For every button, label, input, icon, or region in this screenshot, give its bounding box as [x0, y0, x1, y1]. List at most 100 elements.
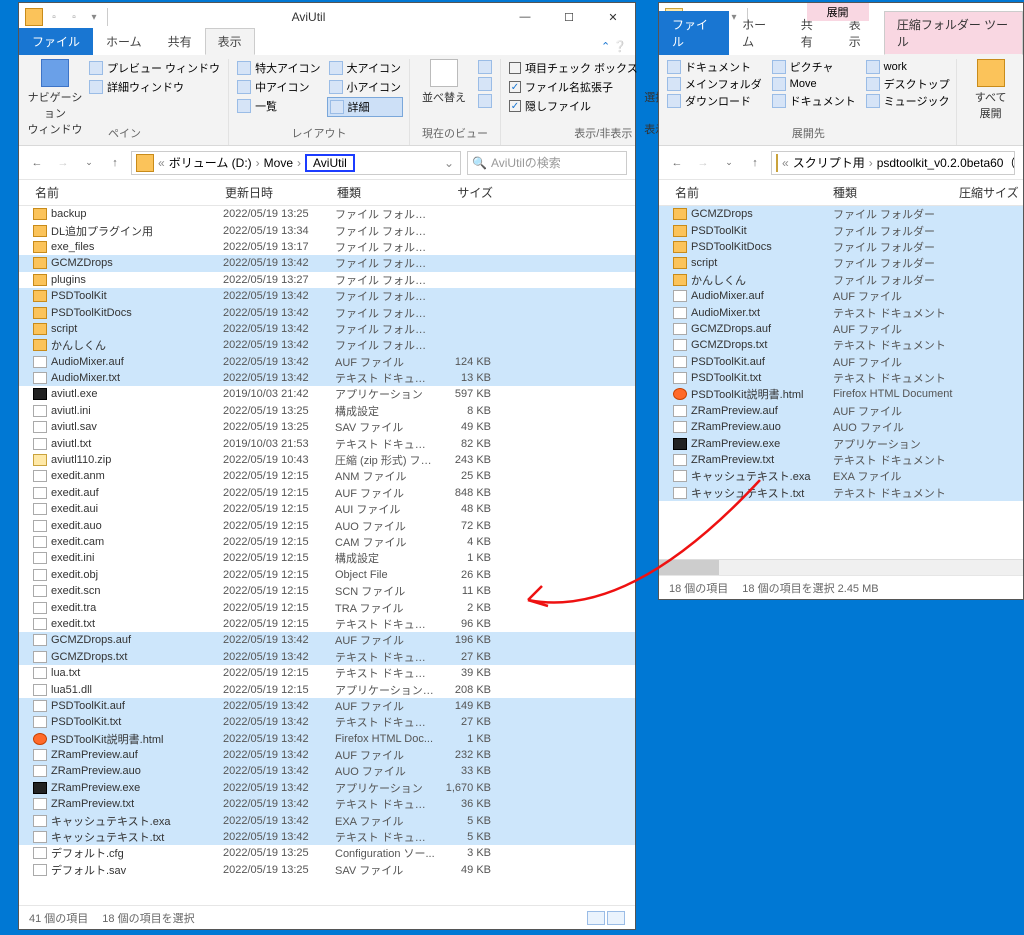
file-row[interactable]: PSDToolKit.txt 2022/05/19 13:42 テキスト ドキュ…: [19, 714, 635, 730]
file-row[interactable]: GCMZDrops 2022/05/19 13:42 ファイル フォルダー: [19, 255, 635, 271]
tab-view[interactable]: 表示: [205, 28, 255, 55]
file-row[interactable]: lua51.dll 2022/05/19 12:15 アプリケーション拡張 20…: [19, 681, 635, 697]
file-row[interactable]: GCMZDrops.txt 2022/05/19 13:42 テキスト ドキュメ…: [19, 649, 635, 665]
extract-dest-item[interactable]: ピクチャ: [772, 59, 856, 75]
file-row[interactable]: デフォルト.sav 2022/05/19 13:25 SAV ファイル 49 K…: [19, 862, 635, 878]
forward-button[interactable]: →: [53, 153, 73, 173]
file-row[interactable]: PSDToolKit.auf AUF ファイル: [659, 354, 1023, 370]
extract-all-button[interactable]: すべて 展開: [963, 59, 1019, 121]
details-pane-button[interactable]: 詳細ウィンドウ: [87, 78, 222, 96]
file-row[interactable]: ZRamPreview.exe 2022/05/19 13:42 アプリケーショ…: [19, 780, 635, 796]
qat-dropdown-icon[interactable]: ▾: [87, 10, 101, 24]
extract-dest-item[interactable]: ドキュメント: [667, 59, 762, 75]
extract-dest-item[interactable]: デスクトップ: [866, 76, 950, 92]
back-button[interactable]: ←: [667, 153, 687, 173]
file-row[interactable]: AudioMixer.auf 2022/05/19 13:42 AUF ファイル…: [19, 354, 635, 370]
horizontal-scrollbar[interactable]: [659, 559, 1023, 575]
extract-dest-item[interactable]: ドキュメント: [772, 93, 856, 109]
forward-button[interactable]: →: [693, 153, 713, 173]
layout-lg[interactable]: 大アイコン: [327, 59, 403, 77]
extract-dest-item[interactable]: work: [866, 59, 950, 75]
preview-pane-button[interactable]: プレビュー ウィンドウ: [87, 59, 222, 77]
file-row[interactable]: デフォルト.cfg 2022/05/19 13:25 Configuration…: [19, 845, 635, 861]
file-row[interactable]: plugins 2022/05/19 13:27 ファイル フォルダー: [19, 272, 635, 288]
file-row[interactable]: exedit.anm 2022/05/19 12:15 ANM ファイル 25 …: [19, 468, 635, 484]
quick-access-toolbar[interactable]: ▫ ▫ ▾: [47, 10, 101, 24]
file-row[interactable]: exedit.obj 2022/05/19 12:15 Object File …: [19, 567, 635, 583]
file-row[interactable]: exedit.txt 2022/05/19 12:15 テキスト ドキュメント …: [19, 616, 635, 632]
back-button[interactable]: ←: [27, 153, 47, 173]
view-opt[interactable]: [476, 76, 494, 92]
search-input[interactable]: 🔍AviUtilの検索: [467, 151, 627, 175]
file-row[interactable]: GCMZDrops.auf AUF ファイル: [659, 321, 1023, 337]
column-headers[interactable]: 名前 種類 圧縮サイズ: [659, 180, 1023, 206]
file-row[interactable]: exe_files 2022/05/19 13:17 ファイル フォルダー: [19, 239, 635, 255]
sort-button[interactable]: 並べ替え: [416, 59, 472, 105]
file-row[interactable]: ZRamPreview.auf 2022/05/19 13:42 AUF ファイ…: [19, 747, 635, 763]
file-row[interactable]: キャッシュテキスト.exa 2022/05/19 13:42 EXA ファイル …: [19, 812, 635, 828]
file-row[interactable]: GCMZDrops.txt テキスト ドキュメント: [659, 337, 1023, 353]
up-button[interactable]: ↑: [745, 153, 765, 173]
file-row[interactable]: キャッシュテキスト.txt テキスト ドキュメント: [659, 485, 1023, 501]
breadcrumb[interactable]: « ボリューム (D:)› Move› AviUtil ⌄: [131, 151, 461, 175]
view-opt[interactable]: [476, 93, 494, 109]
layout-xl[interactable]: 特大アイコン: [235, 59, 322, 77]
file-row[interactable]: キャッシュテキスト.txt 2022/05/19 13:42 テキスト ドキュメ…: [19, 829, 635, 845]
minimize-button[interactable]: —: [503, 3, 547, 31]
file-row[interactable]: exedit.auo 2022/05/19 12:15 AUO ファイル 72 …: [19, 517, 635, 533]
file-row[interactable]: AudioMixer.auf AUF ファイル: [659, 288, 1023, 304]
file-row[interactable]: aviutl.ini 2022/05/19 13:25 構成設定 8 KB: [19, 403, 635, 419]
header-type[interactable]: 種類: [337, 184, 437, 201]
file-list[interactable]: backup 2022/05/19 13:25 ファイル フォルダー DL追加プ…: [19, 206, 635, 905]
file-row[interactable]: PSDToolKit.txt テキスト ドキュメント: [659, 370, 1023, 386]
up-button[interactable]: ↑: [105, 153, 125, 173]
file-row[interactable]: script 2022/05/19 13:42 ファイル フォルダー: [19, 321, 635, 337]
breadcrumb-current[interactable]: AviUtil: [305, 154, 355, 172]
recent-dropdown[interactable]: ⌄: [79, 153, 99, 173]
file-row[interactable]: PSDToolKit ファイル フォルダー: [659, 222, 1023, 238]
header-size[interactable]: 圧縮サイズ: [955, 184, 1023, 201]
file-row[interactable]: PSDToolKit 2022/05/19 13:42 ファイル フォルダー: [19, 288, 635, 304]
breadcrumb-segment[interactable]: スクリプト用: [793, 154, 865, 171]
file-row[interactable]: ZRamPreview.txt テキスト ドキュメント: [659, 452, 1023, 468]
maximize-button[interactable]: ☐: [547, 3, 591, 31]
file-row[interactable]: exedit.cam 2022/05/19 12:15 CAM ファイル 4 K…: [19, 534, 635, 550]
file-row[interactable]: かんしくん ファイル フォルダー: [659, 272, 1023, 288]
header-type[interactable]: 種類: [833, 184, 955, 201]
titlebar[interactable]: ▫ ▫ ▾ AviUtil — ☐ ✕: [19, 3, 635, 31]
recent-dropdown[interactable]: ⌄: [719, 153, 739, 173]
file-row[interactable]: PSDToolKitDocs ファイル フォルダー: [659, 239, 1023, 255]
layout-detail[interactable]: 詳細: [327, 97, 403, 117]
file-row[interactable]: ZRamPreview.auf AUF ファイル: [659, 403, 1023, 419]
file-row[interactable]: ZRamPreview.auo AUO ファイル: [659, 419, 1023, 435]
close-button[interactable]: ✕: [591, 3, 635, 31]
file-row[interactable]: GCMZDrops.auf 2022/05/19 13:42 AUF ファイル …: [19, 632, 635, 648]
header-date[interactable]: 更新日時: [225, 184, 337, 201]
breadcrumb-current[interactable]: psdtoolkit_v0.2.0beta60（立ち絵用）.zip: [877, 154, 1015, 171]
view-details-icon[interactable]: [587, 911, 605, 925]
qat-icon[interactable]: ▫: [67, 10, 81, 24]
extract-dest-item[interactable]: ダウンロード: [667, 93, 762, 109]
breadcrumb-segment[interactable]: ボリューム (D:): [169, 154, 252, 171]
file-row[interactable]: PSDToolKit.auf 2022/05/19 13:42 AUF ファイル…: [19, 698, 635, 714]
file-row[interactable]: lua.txt 2022/05/19 12:15 テキスト ドキュメント 39 …: [19, 665, 635, 681]
file-row[interactable]: exedit.scn 2022/05/19 12:15 SCN ファイル 11 …: [19, 583, 635, 599]
extract-dest-item[interactable]: メインフォルダ: [667, 76, 762, 92]
header-name[interactable]: 名前: [659, 184, 833, 201]
file-list[interactable]: GCMZDrops ファイル フォルダー PSDToolKit ファイル フォル…: [659, 206, 1023, 559]
layout-sm[interactable]: 小アイコン: [327, 78, 403, 96]
file-row[interactable]: ZRamPreview.exe アプリケーション: [659, 435, 1023, 451]
file-row[interactable]: exedit.aui 2022/05/19 12:15 AUI ファイル 48 …: [19, 501, 635, 517]
file-row[interactable]: GCMZDrops ファイル フォルダー: [659, 206, 1023, 222]
file-row[interactable]: exedit.auf 2022/05/19 12:15 AUF ファイル 848…: [19, 485, 635, 501]
file-row[interactable]: DL追加プラグイン用 2022/05/19 13:34 ファイル フォルダー: [19, 222, 635, 238]
tab-file[interactable]: ファイル: [19, 28, 93, 55]
file-row[interactable]: ZRamPreview.txt 2022/05/19 13:42 テキスト ドキ…: [19, 796, 635, 812]
header-size[interactable]: サイズ: [437, 184, 501, 201]
file-row[interactable]: aviutl.txt 2019/10/03 21:53 テキスト ドキュメント …: [19, 435, 635, 451]
file-row[interactable]: exedit.tra 2022/05/19 12:15 TRA ファイル 2 K…: [19, 599, 635, 615]
layout-md[interactable]: 中アイコン: [235, 78, 322, 96]
tab-file[interactable]: ファイル: [659, 11, 729, 55]
tab-home[interactable]: ホーム: [93, 28, 155, 55]
breadcrumb[interactable]: « スクリプト用› psdtoolkit_v0.2.0beta60（立ち絵用）.…: [771, 151, 1015, 175]
